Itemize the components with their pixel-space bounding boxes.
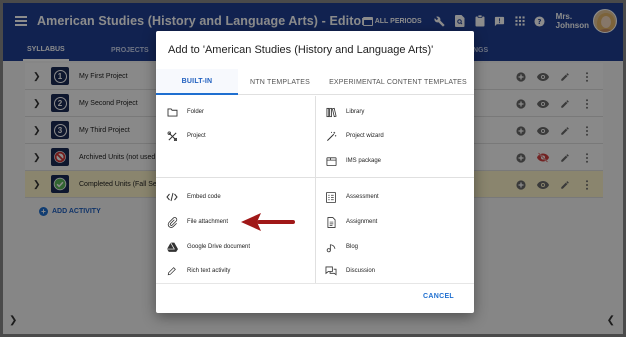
- dialog-title: Add to 'American Studies (History and La…: [168, 44, 434, 56]
- option-label: File attachment: [187, 219, 229, 225]
- column-divider: [315, 96, 316, 284]
- option-assignment[interactable]: Assignment: [325, 214, 377, 230]
- blog-icon: [325, 241, 337, 253]
- option-label: Rich text activity: [187, 268, 231, 274]
- option-assessment[interactable]: Assessment: [325, 189, 379, 205]
- option-label: Discussion: [346, 268, 376, 274]
- tab-experimental-templates[interactable]: EXPERIMENTAL CONTENT TEMPLATES: [322, 69, 474, 95]
- option-label: Project wizard: [346, 133, 384, 139]
- option-folder[interactable]: Folder: [166, 104, 204, 120]
- folder-icon: [166, 106, 178, 118]
- option-library[interactable]: Library: [325, 104, 364, 120]
- dialog-tabs: BUILT-IN NTN TEMPLATES EXPERIMENTAL CONT…: [156, 69, 474, 95]
- option-label: Google Drive document: [187, 244, 251, 250]
- option-embed-code[interactable]: Embed code: [166, 189, 221, 205]
- code-icon: [166, 191, 178, 203]
- cancel-button[interactable]: CANCEL: [423, 293, 454, 300]
- drive-icon: [166, 241, 178, 253]
- wand-icon: [325, 130, 337, 142]
- document-icon: [325, 216, 337, 228]
- option-label: IMS package: [346, 158, 382, 164]
- option-label: Assessment: [346, 194, 379, 200]
- option-label: Embed code: [187, 194, 221, 200]
- app-window: American Studies (History and Language A…: [0, 0, 626, 337]
- option-project[interactable]: Project: [166, 128, 206, 144]
- option-label: Assignment: [346, 219, 378, 225]
- option-project-wizard[interactable]: Project wizard: [325, 128, 384, 144]
- pencil-icon: [166, 265, 178, 277]
- option-file-attachment[interactable]: File attachment: [166, 214, 228, 230]
- option-label: Library: [346, 109, 365, 115]
- option-blog[interactable]: Blog: [325, 239, 358, 255]
- option-label: Blog: [346, 244, 359, 250]
- option-discussion[interactable]: Discussion: [325, 263, 375, 279]
- tab-built-in[interactable]: BUILT-IN: [156, 69, 238, 95]
- paperclip-icon: [166, 216, 178, 228]
- option-ims-package[interactable]: IMS package: [325, 153, 381, 169]
- package-icon: [325, 155, 337, 167]
- tools-icon: [166, 130, 178, 142]
- option-google-drive[interactable]: Google Drive document: [166, 239, 250, 255]
- add-content-dialog: Add to 'American Studies (History and La…: [156, 31, 474, 313]
- footer-divider: [156, 283, 474, 284]
- option-label: Folder: [187, 109, 205, 115]
- annotation-arrow-icon: [241, 213, 295, 231]
- library-icon: [325, 106, 337, 118]
- tab-ntn-templates[interactable]: NTN TEMPLATES: [238, 69, 322, 95]
- checklist-icon: [325, 191, 337, 203]
- option-rich-text[interactable]: Rich text activity: [166, 263, 230, 279]
- chat-icon: [325, 265, 337, 277]
- option-label: Project: [187, 133, 206, 139]
- section-divider: [156, 177, 474, 178]
